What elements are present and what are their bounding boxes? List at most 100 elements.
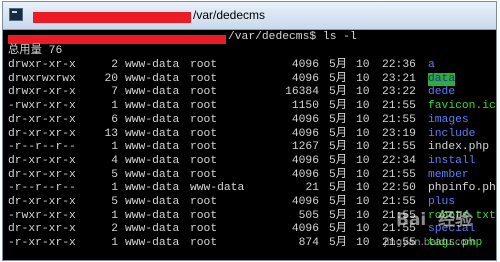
file-time: 22:34 <box>382 154 416 167</box>
file-owner: www-data <box>125 100 180 113</box>
file-month: 5月 <box>329 196 348 208</box>
file-owner: www-data <box>125 72 180 85</box>
file-permissions: dr-xr-xr-x <box>8 113 76 126</box>
file-group: root <box>190 168 218 181</box>
file-name: images <box>428 113 469 126</box>
redacted-prompt-block <box>8 35 226 44</box>
link-count: 1 <box>111 182 118 195</box>
file-size: 874 <box>298 237 319 250</box>
link-count: 1 <box>111 209 118 222</box>
watermark-brand: Bai 经验 <box>396 210 473 230</box>
file-permissions: -r--r--r-- <box>8 182 76 195</box>
link-count: 4 <box>111 154 118 167</box>
file-permissions: -r--r--r-- <box>8 141 76 154</box>
file-time: 22:50 <box>382 182 416 195</box>
file-name: data <box>428 72 456 87</box>
link-count: 6 <box>111 113 118 126</box>
file-size: 1150 <box>291 100 319 113</box>
link-count: 2 <box>111 59 118 71</box>
file-size: 4096 <box>291 196 319 208</box>
terminal-output[interactable]: /var/dedecms$ ls -l 总用量 76 drwxr-xr-x 2 ww… <box>3 30 497 260</box>
file-size: 4096 <box>291 127 319 140</box>
file-name: plus <box>428 196 456 208</box>
file-group: root <box>190 223 218 236</box>
listing-row: drwxrwxrwx 20 www-data root 4096 5月 10 23:21 dat… <box>8 72 456 87</box>
listing-row: -r--r--r-- 1 www-data www-data 21 5月 10 22:50 ph… <box>8 182 497 196</box>
link-count: 1 <box>111 237 118 250</box>
terminal-app-icon <box>9 8 23 21</box>
file-name: dede <box>428 86 456 99</box>
file-month: 5月 <box>329 113 348 126</box>
file-group: root <box>190 209 218 222</box>
listing-row: dr-xr-xr-x 13 www-data root 4096 5月 10 23:19 inc… <box>8 128 475 142</box>
file-permissions: dr-xr-xr-x <box>8 154 76 167</box>
file-name: phpinfo.php <box>428 182 497 195</box>
file-group: root <box>190 72 218 85</box>
file-permissions: dr-xr-xr-x <box>8 223 76 236</box>
file-day: 10 <box>356 237 370 250</box>
file-owner: www-data <box>125 223 180 236</box>
file-name: member <box>428 168 469 181</box>
file-time: 21:55 <box>382 168 416 181</box>
file-time: 23:22 <box>382 86 416 99</box>
file-day: 10 <box>356 59 370 71</box>
file-day: 10 <box>356 223 370 236</box>
file-name: favicon.ico <box>428 100 497 113</box>
file-size: 4096 <box>291 223 319 236</box>
file-permissions: dr-xr-xr-x <box>8 196 76 208</box>
listing-row: drwxr-xr-x 2 www-data root 4096 5月 10 22:36 a <box>8 59 435 73</box>
listing-row: dr-xr-xr-x 5 www-data root 4096 5月 10 21:55 memb… <box>8 169 469 183</box>
file-month: 5月 <box>329 59 348 71</box>
file-month: 5月 <box>329 154 348 167</box>
file-size: 21 <box>305 182 319 195</box>
link-count: 1 <box>111 100 118 113</box>
file-owner: www-data <box>125 59 180 71</box>
file-owner: www-data <box>125 113 180 126</box>
file-size: 4096 <box>291 168 319 181</box>
prompt-line: /var/dedecms$ ls -l <box>228 31 357 45</box>
redacted-title-block <box>33 12 191 23</box>
file-day: 10 <box>356 168 370 181</box>
file-permissions: dr-xr-xr-x <box>8 168 76 181</box>
file-owner: www-data <box>125 141 180 154</box>
total-line: 总用量 76 <box>8 45 63 57</box>
watermark: Bai 经验 jingyan.baidu.com <box>376 212 486 254</box>
file-day: 10 <box>356 196 370 208</box>
file-permissions: -rwxr-xr-x <box>8 209 76 222</box>
window-titlebar[interactable]: /var/dedecms <box>3 2 496 30</box>
file-time: 22:36 <box>382 59 416 71</box>
file-month: 5月 <box>329 209 348 222</box>
file-time: 21:55 <box>382 196 416 208</box>
link-count: 7 <box>111 86 118 99</box>
file-month: 5月 <box>329 100 348 113</box>
file-day: 10 <box>356 209 370 222</box>
file-group: root <box>190 141 218 154</box>
file-group: root <box>190 154 218 167</box>
file-owner: www-data <box>125 154 180 167</box>
file-month: 5月 <box>329 182 348 195</box>
file-group: root <box>190 127 218 140</box>
file-month: 5月 <box>329 237 348 250</box>
file-name: index.php <box>428 141 490 154</box>
file-owner: www-data <box>125 237 180 250</box>
file-day: 10 <box>356 182 370 195</box>
file-name: include <box>428 127 476 140</box>
file-permissions: -rwxr-xr-x <box>8 100 76 113</box>
file-size: 16384 <box>285 86 319 99</box>
file-owner: www-data <box>125 127 180 140</box>
file-day: 10 <box>356 127 370 140</box>
file-month: 5月 <box>329 72 348 85</box>
file-group: root <box>190 59 218 71</box>
link-count: 5 <box>111 196 118 208</box>
file-group: root <box>190 100 218 113</box>
file-month: 5月 <box>329 86 348 99</box>
file-time: 23:19 <box>382 127 416 140</box>
file-permissions: dr-xr-xr-x <box>8 127 76 140</box>
file-group: www-data <box>190 182 245 195</box>
listing-row: dr-xr-xr-x 4 www-data root 4096 5月 10 22:34 inst… <box>8 155 475 169</box>
file-time: 21:55 <box>382 100 416 113</box>
file-month: 5月 <box>329 168 348 181</box>
file-month: 5月 <box>329 223 348 236</box>
terminal-window: /var/dedecms /var/dedecms$ ls -l 总用量 76 … <box>2 1 497 261</box>
file-time: 21:55 <box>382 141 416 154</box>
